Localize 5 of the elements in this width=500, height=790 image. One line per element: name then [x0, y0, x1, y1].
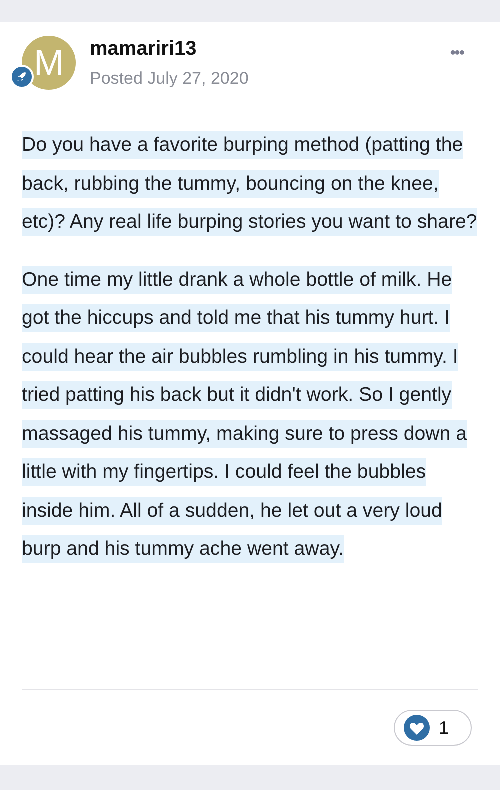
- post-date: Posted July 27, 2020: [90, 68, 249, 90]
- more-options-button[interactable]: •••: [450, 42, 464, 66]
- reaction-button[interactable]: 1: [394, 710, 472, 746]
- author-name[interactable]: mamariri13: [90, 38, 249, 60]
- rocket-badge-icon: [10, 65, 34, 89]
